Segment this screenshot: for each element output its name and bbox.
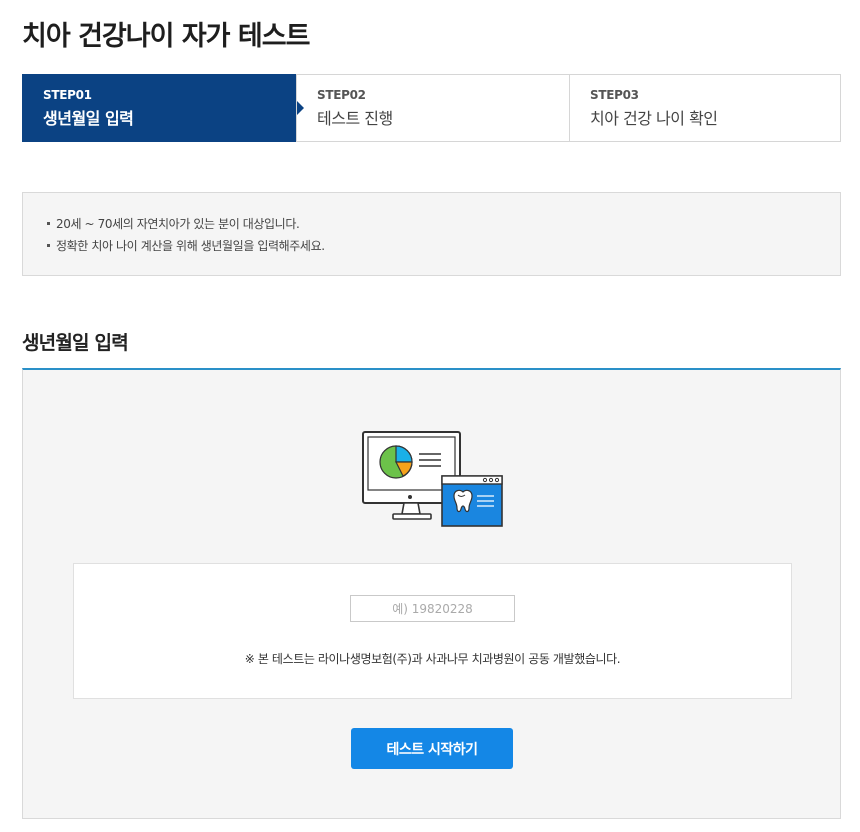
start-test-button[interactable]: 테스트 시작하기 bbox=[351, 728, 513, 769]
step-label: 테스트 진행 bbox=[317, 109, 393, 128]
step-label: 생년월일 입력 bbox=[43, 109, 134, 128]
step-2: STEP02 테스트 진행 bbox=[296, 75, 569, 141]
section-title: 생년월일 입력 bbox=[22, 332, 129, 354]
notice-item: 정확한 치아 나이 계산을 위해 생년월일을 입력해주세요. bbox=[47, 235, 840, 257]
step-label: 치아 건강 나이 확인 bbox=[590, 109, 718, 128]
notice-box: 20세 ~ 70세의 자연치아가 있는 분이 대상입니다. 정확한 치아 나이 … bbox=[22, 192, 841, 276]
step-1: STEP01 생년월일 입력 bbox=[22, 74, 304, 142]
notice-item: 20세 ~ 70세의 자연치아가 있는 분이 대상입니다. bbox=[47, 213, 840, 235]
step-number: STEP02 bbox=[317, 88, 366, 102]
step-progress: STEP01 생년월일 입력 STEP02 테스트 진행 STEP03 치아 건… bbox=[22, 74, 841, 142]
birthdate-input[interactable] bbox=[350, 595, 515, 622]
disclaimer-text: ※ 본 테스트는 라이나생명보험(주)과 사과나무 치과병원이 공동 개발했습니… bbox=[244, 652, 621, 666]
monitor-tooth-chart-icon bbox=[362, 431, 503, 527]
form-box: ※ 본 테스트는 라이나생명보험(주)과 사과나무 치과병원이 공동 개발했습니… bbox=[73, 563, 792, 699]
notice-list: 20세 ~ 70세의 자연치아가 있는 분이 대상입니다. 정확한 치아 나이 … bbox=[47, 213, 840, 257]
page-title: 치아 건강나이 자가 테스트 bbox=[22, 21, 310, 52]
birth-input-panel: ※ 본 테스트는 라이나생명보험(주)과 사과나무 치과병원이 공동 개발했습니… bbox=[22, 368, 841, 819]
step-number: STEP01 bbox=[43, 88, 92, 102]
step-number: STEP03 bbox=[590, 88, 639, 102]
step-3: STEP03 치아 건강 나이 확인 bbox=[569, 75, 842, 141]
